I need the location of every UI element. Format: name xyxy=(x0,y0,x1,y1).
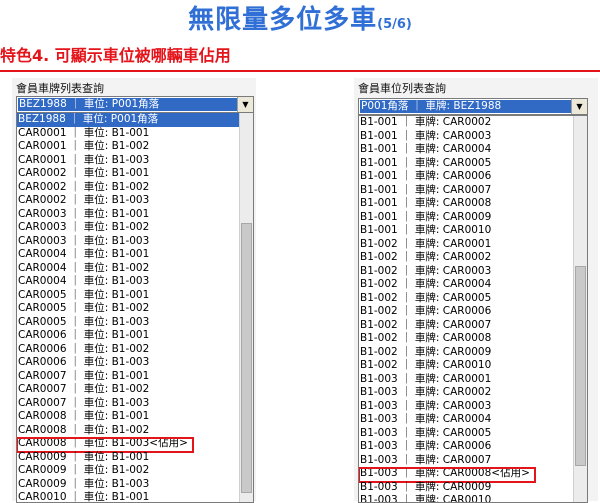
list-item[interactable]: B1-002 ｜ 車牌: CAR0003 xyxy=(359,265,587,279)
space-list-scroll-thumb[interactable] xyxy=(575,266,586,466)
list-item[interactable]: B1-001 ｜ 車牌: CAR0010 xyxy=(359,224,587,238)
title-divider xyxy=(0,70,600,72)
list-item[interactable]: CAR0002 ｜ 車位: B1-002 xyxy=(17,181,253,195)
list-item[interactable]: CAR0007 ｜ 車位: B1-001 xyxy=(17,370,253,384)
plate-list-title: 會員車牌列表查詢 xyxy=(16,82,104,95)
list-item[interactable]: CAR0006 ｜ 車位: B1-003 xyxy=(17,356,253,370)
list-item[interactable]: CAR0003 ｜ 車位: B1-002 xyxy=(17,221,253,235)
list-item[interactable]: B1-003 ｜ 車牌: CAR0001 xyxy=(359,373,587,387)
list-item[interactable]: B1-003 ｜ 車牌: CAR0005 xyxy=(359,427,587,441)
list-item[interactable]: CAR0005 ｜ 車位: B1-001 xyxy=(17,289,253,303)
list-item[interactable]: B1-002 ｜ 車牌: CAR0007 xyxy=(359,319,587,333)
list-item[interactable]: B1-002 ｜ 車牌: CAR0002 xyxy=(359,251,587,265)
plate-list-panel: 會員車牌列表查詢 BEZ1988 ｜ 車位: P001角落 ▼ BEZ1988 … xyxy=(12,78,256,503)
list-item[interactable]: CAR0004 ｜ 車位: B1-001 xyxy=(17,248,253,262)
list-item[interactable]: B1-002 ｜ 車牌: CAR0010 xyxy=(359,359,587,373)
slide-title: 無限量多位多車(5/6) xyxy=(0,0,600,40)
list-item[interactable]: B1-002 ｜ 車牌: CAR0001 xyxy=(359,238,587,252)
list-item[interactable]: B1-002 ｜ 車牌: CAR0009 xyxy=(359,346,587,360)
list-item[interactable]: CAR0006 ｜ 車位: B1-002 xyxy=(17,343,253,357)
space-list-scrollbar[interactable] xyxy=(573,116,587,502)
list-item[interactable]: CAR0008 ｜ 車位: B1-002 xyxy=(17,424,253,438)
list-item[interactable]: B1-001 ｜ 車牌: CAR0004 xyxy=(359,143,587,157)
list-item[interactable]: CAR0007 ｜ 車位: B1-002 xyxy=(17,383,253,397)
list-item[interactable]: CAR0001 ｜ 車位: B1-002 xyxy=(17,140,253,154)
list-item[interactable]: CAR0006 ｜ 車位: B1-001 xyxy=(17,329,253,343)
list-item[interactable]: B1-001 ｜ 車牌: CAR0009 xyxy=(359,211,587,225)
space-select[interactable]: P001角落 ｜ 車牌: BEZ1988 ▼ xyxy=(358,98,588,115)
list-item[interactable]: CAR0001 ｜ 車位: B1-003 xyxy=(17,154,253,168)
list-item[interactable]: CAR0004 ｜ 車位: B1-002 xyxy=(17,262,253,276)
space-list-title: 會員車位列表查詢 xyxy=(358,82,446,95)
list-item[interactable]: B1-003 ｜ 車牌: CAR0006 xyxy=(359,440,587,454)
list-item[interactable]: CAR0005 ｜ 車位: B1-003 xyxy=(17,316,253,330)
list-item[interactable]: B1-003 ｜ 車牌: CAR0009 xyxy=(359,481,587,495)
list-item[interactable]: B1-002 ｜ 車牌: CAR0004 xyxy=(359,278,587,292)
slide-title-text: 無限量多位多車 xyxy=(188,5,378,35)
list-item[interactable]: B1-003 ｜ 車牌: CAR0002 xyxy=(359,386,587,400)
list-item[interactable]: B1-001 ｜ 車牌: CAR0006 xyxy=(359,170,587,184)
list-item[interactable]: CAR0008 ｜ 車位: B1-001 xyxy=(17,410,253,424)
list-item[interactable]: BEZ1988 ｜ 車位: P001角落 xyxy=(17,113,253,127)
list-item[interactable]: CAR0002 ｜ 車位: B1-003 xyxy=(17,194,253,208)
plate-select-value: BEZ1988 ｜ 車位: P001角落 xyxy=(18,98,237,111)
list-item[interactable]: CAR0010 ｜ 車位: B1-001 xyxy=(17,491,253,502)
list-item[interactable]: B1-001 ｜ 車牌: CAR0003 xyxy=(359,130,587,144)
plate-select[interactable]: BEZ1988 ｜ 車位: P001角落 ▼ xyxy=(16,96,254,113)
list-item[interactable]: B1-003 ｜ 車牌: CAR0008<佔用> xyxy=(359,467,587,483)
list-item[interactable]: B1-002 ｜ 車牌: CAR0005 xyxy=(359,292,587,306)
list-item[interactable]: CAR0009 ｜ 車位: B1-001 xyxy=(17,451,253,465)
list-item[interactable]: B1-001 ｜ 車牌: CAR0008 xyxy=(359,197,587,211)
list-item[interactable]: CAR0003 ｜ 車位: B1-003 xyxy=(17,235,253,249)
chevron-down-icon[interactable]: ▼ xyxy=(237,97,253,112)
list-item[interactable]: CAR0004 ｜ 車位: B1-003 xyxy=(17,275,253,289)
list-item[interactable]: B1-003 ｜ 車牌: CAR0007 xyxy=(359,454,587,468)
feature-heading: 特色4. 可顯示車位被哪輛車佔用 xyxy=(0,46,231,65)
list-item[interactable]: B1-001 ｜ 車牌: CAR0007 xyxy=(359,184,587,198)
chevron-down-icon[interactable]: ▼ xyxy=(571,99,587,114)
space-dropdown-list[interactable]: B1-001 ｜ 車牌: CAR0002 B1-001 ｜ 車牌: CAR0003… xyxy=(358,115,588,503)
list-item[interactable]: B1-003 ｜ 車牌: CAR0003 xyxy=(359,400,587,414)
list-item[interactable]: B1-003 ｜ 車牌: CAR0010 xyxy=(359,494,587,502)
list-item[interactable]: CAR0003 ｜ 車位: B1-001 xyxy=(17,208,253,222)
list-item[interactable]: CAR0009 ｜ 車位: B1-003 xyxy=(17,478,253,492)
list-item[interactable]: B1-001 ｜ 車牌: CAR0005 xyxy=(359,157,587,171)
list-item[interactable]: B1-002 ｜ 車牌: CAR0006 xyxy=(359,305,587,319)
plate-list-scroll-thumb[interactable] xyxy=(241,223,252,493)
space-list-panel: 會員車位列表查詢 P001角落 ｜ 車牌: BEZ1988 ▼ B1-001 ｜… xyxy=(354,78,598,503)
slide-page-number: (5/6) xyxy=(377,17,412,32)
list-item[interactable]: B1-001 ｜ 車牌: CAR0002 xyxy=(359,116,587,130)
list-item[interactable]: CAR0007 ｜ 車位: B1-003 xyxy=(17,397,253,411)
space-select-value: P001角落 ｜ 車牌: BEZ1988 xyxy=(360,100,571,113)
list-item[interactable]: B1-003 ｜ 車牌: CAR0004 xyxy=(359,413,587,427)
list-item[interactable]: CAR0009 ｜ 車位: B1-002 xyxy=(17,464,253,478)
plate-list-scrollbar[interactable] xyxy=(239,113,253,502)
plate-dropdown-list[interactable]: BEZ1988 ｜ 車位: P001角落 CAR0001 ｜ 車位: B1-001… xyxy=(16,112,254,503)
list-item[interactable]: CAR0002 ｜ 車位: B1-001 xyxy=(17,167,253,181)
list-item[interactable]: CAR0001 ｜ 車位: B1-001 xyxy=(17,127,253,141)
list-item[interactable]: CAR0008 ｜ 車位: B1-003<佔用> xyxy=(17,437,253,453)
list-item[interactable]: B1-002 ｜ 車牌: CAR0008 xyxy=(359,332,587,346)
list-item[interactable]: CAR0005 ｜ 車位: B1-002 xyxy=(17,302,253,316)
